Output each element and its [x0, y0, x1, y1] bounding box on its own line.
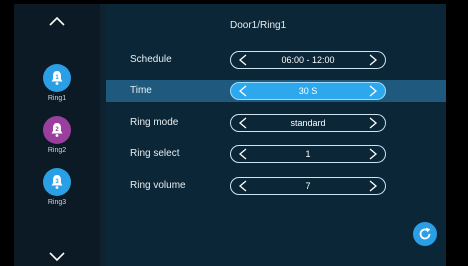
- setting-label: Schedule: [130, 54, 172, 65]
- schedule-selector[interactable]: 06:00 - 12:00: [230, 51, 386, 69]
- chevron-right-icon: [369, 117, 377, 129]
- setting-value: 7: [305, 181, 311, 191]
- previous-button[interactable]: [236, 116, 250, 130]
- page-title: Door1/Ring1: [230, 20, 287, 31]
- setting-value: 1: [305, 149, 311, 159]
- chevron-right-icon: [369, 148, 377, 160]
- setting-value: 30 S: [298, 86, 318, 96]
- settings-panel: Door1/Ring1 Schedule 06:00 - 12:00 Time: [106, 4, 446, 266]
- bell-icon: 2: [43, 116, 71, 144]
- scroll-up-button[interactable]: [14, 8, 100, 34]
- next-button[interactable]: [366, 147, 380, 161]
- ring-sidebar: 1 Ring1 2 Ring2 3 Ring3: [14, 4, 100, 266]
- next-button[interactable]: [366, 179, 380, 193]
- screen-bezel: [446, 0, 468, 266]
- setting-row-schedule: Schedule 06:00 - 12:00: [106, 49, 446, 71]
- chevron-up-icon: [49, 16, 65, 26]
- refresh-button[interactable]: [413, 222, 437, 246]
- setting-label: Ring volume: [130, 180, 186, 191]
- chevron-left-icon: [239, 180, 247, 192]
- sidebar-item-ring3[interactable]: 3 Ring3: [14, 168, 100, 218]
- setting-label: Time: [130, 85, 152, 96]
- next-button[interactable]: [366, 84, 380, 98]
- next-button[interactable]: [366, 116, 380, 130]
- chevron-left-icon: [239, 148, 247, 160]
- chevron-down-icon: [49, 252, 65, 262]
- ring-volume-selector[interactable]: 7: [230, 177, 386, 195]
- setting-row-ring-mode: Ring mode standard: [106, 112, 446, 134]
- chevron-left-icon: [239, 85, 247, 97]
- setting-row-ring-volume: Ring volume 7: [106, 175, 446, 197]
- previous-button[interactable]: [236, 53, 250, 67]
- chevron-right-icon: [369, 180, 377, 192]
- refresh-icon: [419, 227, 431, 240]
- chevron-left-icon: [239, 117, 247, 129]
- sidebar-item-label: Ring3: [47, 199, 67, 206]
- scroll-down-button[interactable]: [14, 244, 100, 266]
- sidebar-item-label: Ring1: [47, 95, 67, 102]
- previous-button[interactable]: [236, 179, 250, 193]
- chevron-right-icon: [369, 54, 377, 66]
- setting-label: Ring select: [130, 148, 180, 159]
- setting-value: 06:00 - 12:00: [281, 55, 335, 65]
- bell-icon: 3: [43, 168, 71, 196]
- time-selector[interactable]: 30 S: [230, 82, 386, 100]
- setting-label: Ring mode: [130, 117, 179, 128]
- sidebar-item-label: Ring2: [47, 147, 67, 154]
- setting-row-time: Time 30 S: [106, 80, 446, 102]
- screen: 1 Ring1 2 Ring2 3 Ring3 Door1/Ring1 Sche…: [0, 0, 468, 266]
- previous-button[interactable]: [236, 84, 250, 98]
- chevron-right-icon: [369, 85, 377, 97]
- ring-select-selector[interactable]: 1: [230, 145, 386, 163]
- sidebar-item-ring2[interactable]: 2 Ring2: [14, 116, 100, 166]
- bell-icon: 1: [43, 64, 71, 92]
- chevron-left-icon: [239, 54, 247, 66]
- setting-row-ring-select: Ring select 1: [106, 143, 446, 165]
- sidebar-item-ring1[interactable]: 1 Ring1: [14, 64, 100, 114]
- ring-mode-selector[interactable]: standard: [230, 114, 386, 132]
- previous-button[interactable]: [236, 147, 250, 161]
- next-button[interactable]: [366, 53, 380, 67]
- setting-value: standard: [290, 118, 326, 128]
